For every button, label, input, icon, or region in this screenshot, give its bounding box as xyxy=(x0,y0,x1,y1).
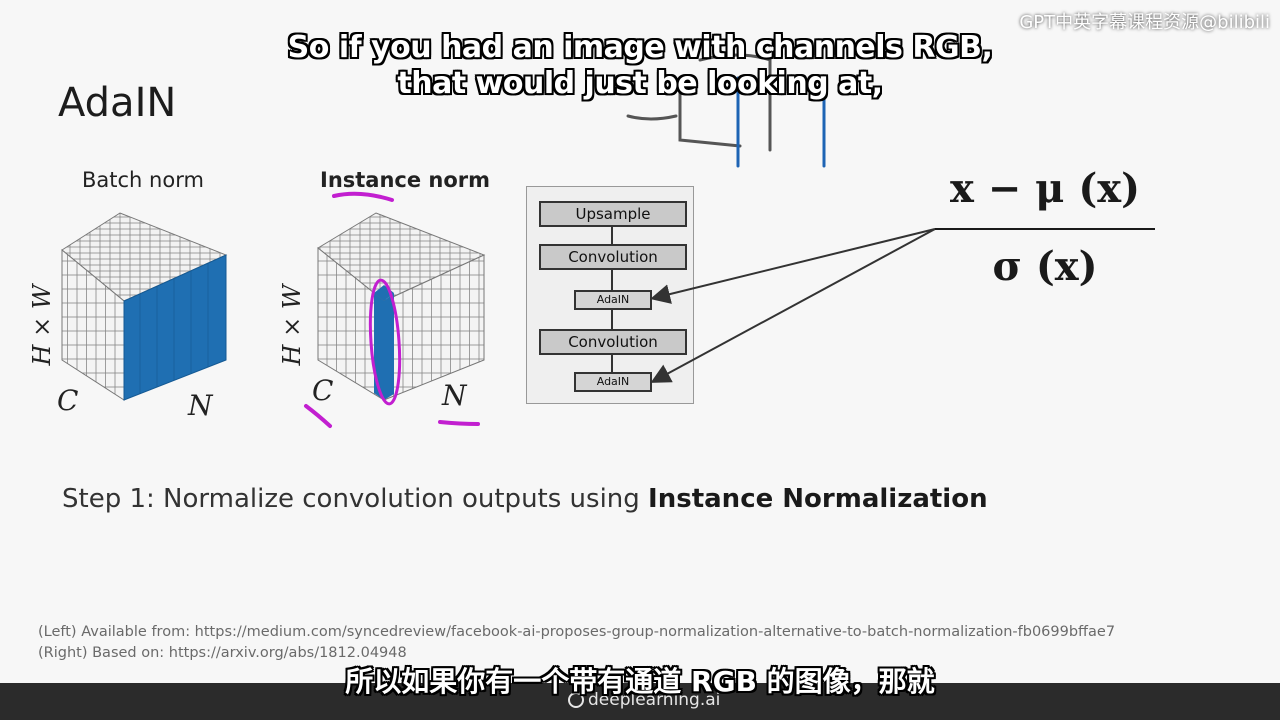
english-subtitle: So if you had an image with channels RGB… xyxy=(0,30,1280,102)
step-prefix: Step 1: xyxy=(62,484,164,514)
slide: AdaIN Batch norm Instance norm H × W C N xyxy=(0,0,1280,720)
instance-norm-formula: x − μ (x) σ (x) xyxy=(930,165,1160,305)
step-bold: Instance Normalization xyxy=(648,484,988,514)
subtitle-en-line-1: So if you had an image with channels RGB… xyxy=(287,30,993,65)
formula-numerator: x − μ (x) xyxy=(949,165,1141,212)
ref-left: (Left) Available from: https://medium.co… xyxy=(38,624,1116,640)
watermark: GPT中英字幕课程资源@bilibili xyxy=(1019,12,1270,33)
formula-fraction-bar xyxy=(935,228,1155,230)
subtitle-en-line-2: that would just be looking at, xyxy=(397,66,883,101)
formula-arrows xyxy=(650,228,936,383)
formula-denominator: σ (x) xyxy=(992,243,1098,290)
step-body: Normalize convolution outputs using xyxy=(163,484,649,514)
chinese-subtitle: 所以如果你有一个带有通道 RGB 的图像，那就 xyxy=(345,665,935,698)
step-text: Step 1: Normalize convolution outputs us… xyxy=(62,484,988,514)
references: (Left) Available from: https://medium.co… xyxy=(38,622,1115,664)
